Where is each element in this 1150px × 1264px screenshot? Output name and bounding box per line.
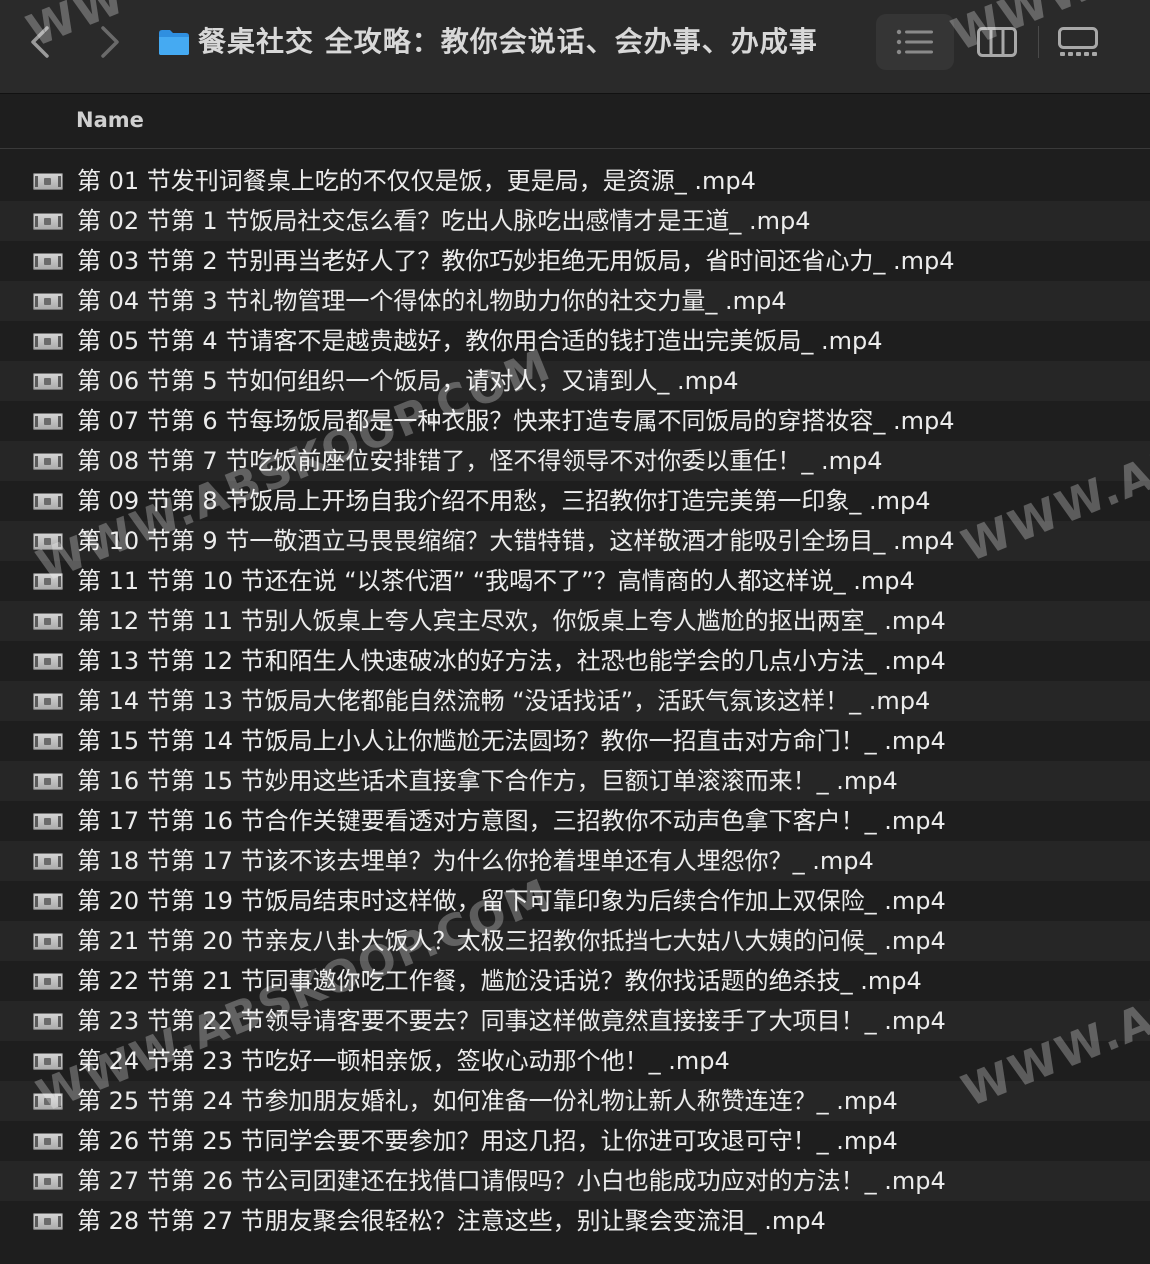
- video-file-icon: [33, 693, 63, 710]
- video-file-icon: [33, 1053, 63, 1070]
- chevron-left-icon: [31, 26, 49, 58]
- file-name: 第 01 节发刊词餐桌上吃的不仅仅是饭，更是局，是资源_ .mp4: [77, 167, 756, 195]
- gallery-view-icon: [1058, 27, 1098, 56]
- video-file-icon: [33, 293, 63, 310]
- video-file-icon: [33, 1093, 63, 1110]
- video-file-icon: [33, 493, 63, 510]
- file-name: 第 05 节第 4 节请客不是越贵越好，教你用合适的钱打造出完美饭局_ .mp4: [77, 327, 883, 355]
- window-title: 餐桌社交 全攻略：教你会说话、会办事、办成事: [198, 25, 818, 58]
- file-name: 第 27 节第 26 节公司团建还在找借口请假吗？小白也能成功应对的方法！_ .…: [77, 1167, 946, 1195]
- video-file-icon: [33, 973, 63, 990]
- video-file-icon: [33, 1133, 63, 1150]
- video-file-icon: [33, 613, 63, 630]
- video-file-icon: [33, 413, 63, 430]
- file-name: 第 11 节第 10 节还在说 “以茶代酒” “我喝不了”？高情商的人都这样说_…: [77, 567, 915, 595]
- file-row[interactable]: 第 06 节第 5 节如何组织一个饭局，请对人，又请到人_ .mp4: [0, 361, 1150, 401]
- file-name: 第 09 节第 8 节饭局上开场自我介绍不用愁，三招教你打造完美第一印象_ .m…: [77, 487, 931, 515]
- list-view-button[interactable]: [876, 14, 954, 70]
- video-file-icon: [33, 773, 63, 790]
- file-name: 第 18 节第 17 节该不该去埋单？为什么你抢着埋单还有人埋怨你？_ .mp4: [77, 847, 874, 875]
- file-name: 第 22 节第 21 节同事邀你吃工作餐，尴尬没话说？教你找话题的绝杀技_ .m…: [77, 967, 922, 995]
- video-file-icon: [33, 853, 63, 870]
- file-name: 第 24 节第 23 节吃好一顿相亲饭，签收心动那个他！_ .mp4: [77, 1047, 730, 1075]
- gallery-view-button[interactable]: [1050, 14, 1106, 70]
- file-row[interactable]: 第 07 节第 6 节每场饭局都是一种衣服？快来打造专属不同饭局的穿搭妆容_ .…: [0, 401, 1150, 441]
- file-row[interactable]: 第 26 节第 25 节同学会要不要参加？用这几招，让你进可攻退可守！_ .mp…: [0, 1121, 1150, 1161]
- video-file-icon: [33, 533, 63, 550]
- video-file-icon: [33, 1173, 63, 1190]
- video-file-icon: [33, 813, 63, 830]
- file-row[interactable]: 第 09 节第 8 节饭局上开场自我介绍不用愁，三招教你打造完美第一印象_ .m…: [0, 481, 1150, 521]
- file-name: 第 26 节第 25 节同学会要不要参加？用这几招，让你进可攻退可守！_ .mp…: [77, 1127, 898, 1155]
- file-row[interactable]: 第 23 节第 22 节领导请客要不要去？同事这样做竟然直接接手了大项目！_ .…: [0, 1001, 1150, 1041]
- file-row[interactable]: 第 12 节第 11 节别人饭桌上夸人宾主尽欢，你饭桌上夸人尴尬的抠出两室_ .…: [0, 601, 1150, 641]
- back-button[interactable]: [20, 22, 60, 62]
- video-file-icon: [33, 733, 63, 750]
- chevron-right-icon: [101, 26, 119, 58]
- file-row[interactable]: 第 13 节第 12 节和陌生人快速破冰的好方法，社恐也能学会的几点小方法_ .…: [0, 641, 1150, 681]
- file-name: 第 20 节第 19 节饭局结束时这样做，留下可靠印象为后续合作加上双保险_ .…: [77, 887, 946, 915]
- forward-button[interactable]: [90, 22, 130, 62]
- file-row[interactable]: 第 08 节第 7 节吃饭前座位安排错了，怪不得领导不对你委以重任！_ .mp4: [0, 441, 1150, 481]
- file-row[interactable]: 第 03 节第 2 节别再当老好人了？教你巧妙拒绝无用饭局，省时间还省心力_ .…: [0, 241, 1150, 281]
- file-row[interactable]: 第 04 节第 3 节礼物管理一个得体的礼物助力你的社交力量_ .mp4: [0, 281, 1150, 321]
- file-row[interactable]: 第 17 节第 16 节合作关键要看透对方意图，三招教你不动声色拿下客户！_ .…: [0, 801, 1150, 841]
- file-name: 第 08 节第 7 节吃饭前座位安排错了，怪不得领导不对你委以重任！_ .mp4: [77, 447, 883, 475]
- column-view-button[interactable]: [969, 14, 1025, 70]
- file-name: 第 03 节第 2 节别再当老好人了？教你巧妙拒绝无用饭局，省时间还省心力_ .…: [77, 247, 955, 275]
- name-column-header[interactable]: Name: [76, 108, 144, 132]
- file-row[interactable]: 第 11 节第 10 节还在说 “以茶代酒” “我喝不了”？高情商的人都这样说_…: [0, 561, 1150, 601]
- file-name: 第 23 节第 22 节领导请客要不要去？同事这样做竟然直接接手了大项目！_ .…: [77, 1007, 946, 1035]
- finder-toolbar: 餐桌社交 全攻略：教你会说话、会办事、办成事: [0, 0, 1150, 94]
- file-name: 第 28 节第 27 节朋友聚会很轻松？注意这些，别让聚会变流泪_ .mp4: [77, 1207, 826, 1235]
- video-file-icon: [33, 253, 63, 270]
- file-name: 第 07 节第 6 节每场饭局都是一种衣服？快来打造专属不同饭局的穿搭妆容_ .…: [77, 407, 955, 435]
- file-row[interactable]: 第 15 节第 14 节饭局上小人让你尴尬无法圆场？教你一招直击对方命门！_ .…: [0, 721, 1150, 761]
- file-name: 第 12 节第 11 节别人饭桌上夸人宾主尽欢，你饭桌上夸人尴尬的抠出两室_ .…: [77, 607, 946, 635]
- video-file-icon: [33, 1213, 63, 1230]
- video-file-icon: [33, 1013, 63, 1030]
- video-file-icon: [33, 373, 63, 390]
- file-list: 第 01 节发刊词餐桌上吃的不仅仅是饭，更是局，是资源_ .mp4 第 02 节第…: [0, 161, 1150, 1241]
- file-row[interactable]: 第 14 节第 13 节饭局大佬都能自然流畅 “没话找话”，活跃气氛该这样！_ …: [0, 681, 1150, 721]
- video-file-icon: [33, 653, 63, 670]
- video-file-icon: [33, 453, 63, 470]
- file-row[interactable]: 第 21 节第 20 节亲友八卦大饭人？太极三招教你抵挡七大姑八大姨的问候_ .…: [0, 921, 1150, 961]
- video-file-icon: [33, 333, 63, 350]
- file-name: 第 13 节第 12 节和陌生人快速破冰的好方法，社恐也能学会的几点小方法_ .…: [77, 647, 946, 675]
- file-name: 第 21 节第 20 节亲友八卦大饭人？太极三招教你抵挡七大姑八大姨的问候_ .…: [77, 927, 946, 955]
- folder-icon: [159, 30, 189, 55]
- file-name: 第 25 节第 24 节参加朋友婚礼，如何准备一份礼物让新人称赞连连？_ .mp…: [77, 1087, 898, 1115]
- file-row[interactable]: 第 27 节第 26 节公司团建还在找借口请假吗？小白也能成功应对的方法！_ .…: [0, 1161, 1150, 1201]
- file-row[interactable]: 第 18 节第 17 节该不该去埋单？为什么你抢着埋单还有人埋怨你？_ .mp4: [0, 841, 1150, 881]
- file-name: 第 17 节第 16 节合作关键要看透对方意图，三招教你不动声色拿下客户！_ .…: [77, 807, 946, 835]
- toolbar-separator: [1038, 26, 1039, 58]
- file-row[interactable]: 第 22 节第 21 节同事邀你吃工作餐，尴尬没话说？教你找话题的绝杀技_ .m…: [0, 961, 1150, 1001]
- file-name: 第 06 节第 5 节如何组织一个饭局，请对人，又请到人_ .mp4: [77, 367, 739, 395]
- file-name: 第 10 节第 9 节一敬酒立马畏畏缩缩？大错特错，这样敬酒才能吸引全场目_ .…: [77, 527, 955, 555]
- file-name: 第 16 节第 15 节妙用这些话术直接拿下合作方，巨额订单滚滚而来！_ .mp…: [77, 767, 898, 795]
- video-file-icon: [33, 933, 63, 950]
- list-view-icon: [896, 29, 933, 55]
- file-row[interactable]: 第 16 节第 15 节妙用这些话术直接拿下合作方，巨额订单滚滚而来！_ .mp…: [0, 761, 1150, 801]
- file-name: 第 14 节第 13 节饭局大佬都能自然流畅 “没话找话”，活跃气氛该这样！_ …: [77, 687, 931, 715]
- file-name: 第 15 节第 14 节饭局上小人让你尴尬无法圆场？教你一招直击对方命门！_ .…: [77, 727, 946, 755]
- video-file-icon: [33, 173, 63, 190]
- video-file-icon: [33, 573, 63, 590]
- column-header: Name: [0, 94, 1150, 149]
- file-row[interactable]: 第 28 节第 27 节朋友聚会很轻松？注意这些，别让聚会变流泪_ .mp4: [0, 1201, 1150, 1241]
- file-row[interactable]: 第 24 节第 23 节吃好一顿相亲饭，签收心动那个他！_ .mp4: [0, 1041, 1150, 1081]
- video-file-icon: [33, 213, 63, 230]
- file-name: 第 02 节第 1 节饭局社交怎么看？吃出人脉吃出感情才是王道_ .mp4: [77, 207, 811, 235]
- file-name: 第 04 节第 3 节礼物管理一个得体的礼物助力你的社交力量_ .mp4: [77, 287, 787, 315]
- file-row[interactable]: 第 01 节发刊词餐桌上吃的不仅仅是饭，更是局，是资源_ .mp4: [0, 161, 1150, 201]
- file-row[interactable]: 第 20 节第 19 节饭局结束时这样做，留下可靠印象为后续合作加上双保险_ .…: [0, 881, 1150, 921]
- column-view-icon: [977, 27, 1017, 57]
- file-row[interactable]: 第 25 节第 24 节参加朋友婚礼，如何准备一份礼物让新人称赞连连？_ .mp…: [0, 1081, 1150, 1121]
- file-row[interactable]: 第 05 节第 4 节请客不是越贵越好，教你用合适的钱打造出完美饭局_ .mp4: [0, 321, 1150, 361]
- file-row[interactable]: 第 10 节第 9 节一敬酒立马畏畏缩缩？大错特错，这样敬酒才能吸引全场目_ .…: [0, 521, 1150, 561]
- file-row[interactable]: 第 02 节第 1 节饭局社交怎么看？吃出人脉吃出感情才是王道_ .mp4: [0, 201, 1150, 241]
- video-file-icon: [33, 893, 63, 910]
